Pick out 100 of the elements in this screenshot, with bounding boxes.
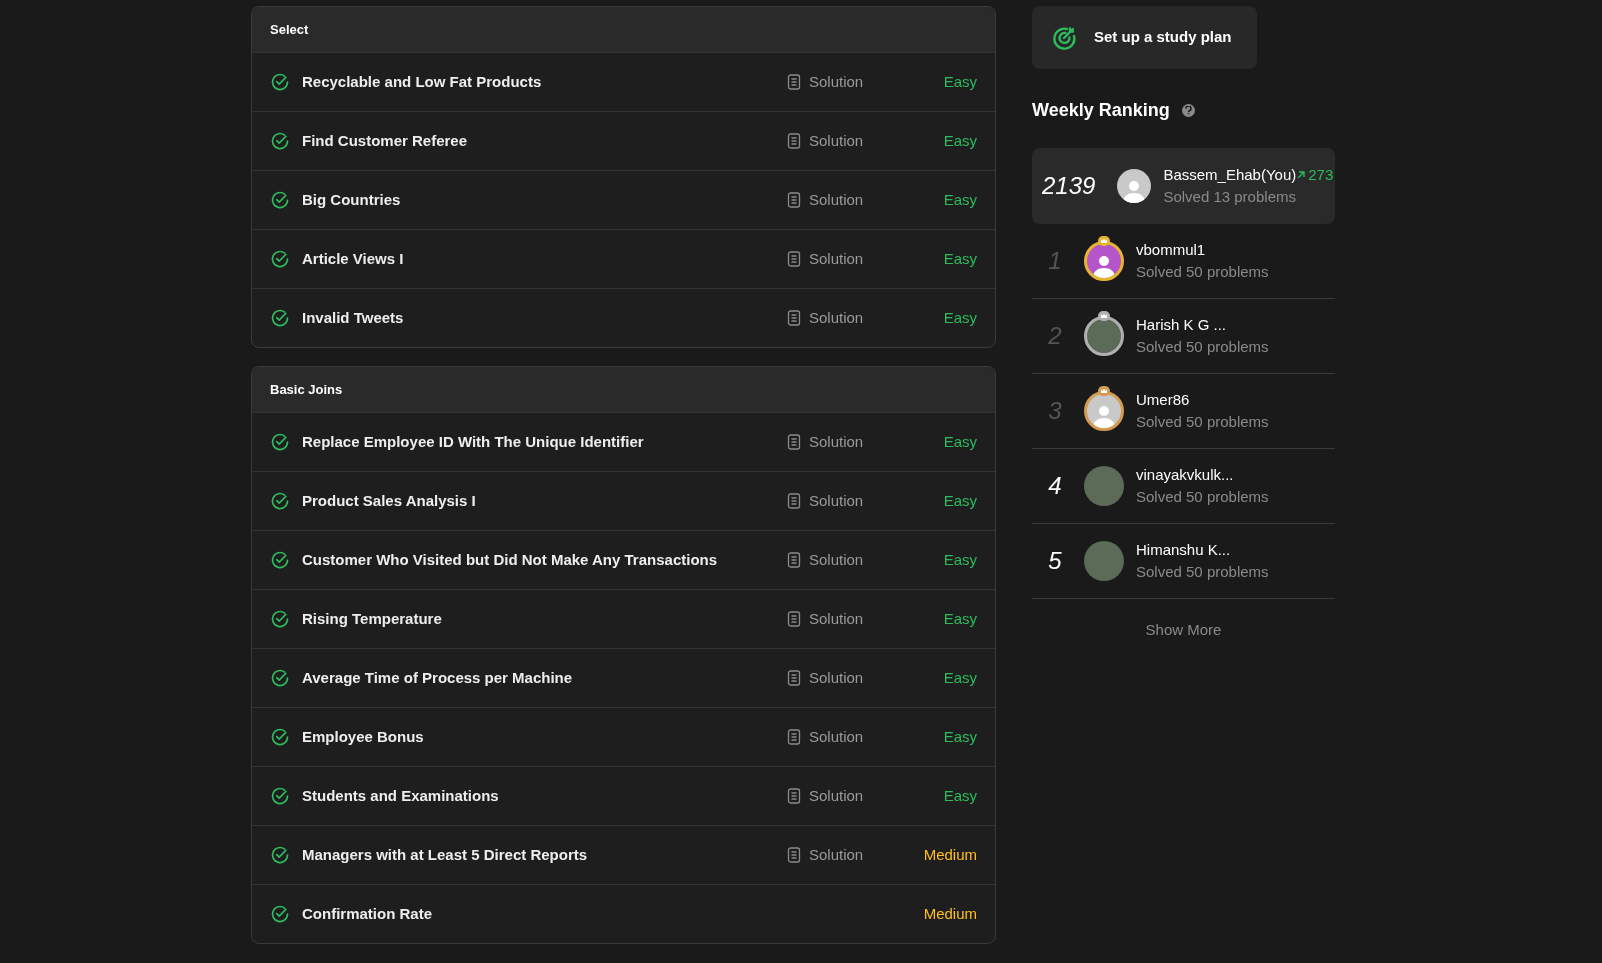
difficulty-label: Easy xyxy=(942,785,977,806)
check-circle-icon xyxy=(270,668,290,688)
problem-row[interactable]: Article Views I Solution Easy xyxy=(252,229,995,288)
check-circle-icon xyxy=(270,550,290,570)
problem-row[interactable]: Average Time of Process per Machine Solution Easy xyxy=(252,648,995,707)
check-circle-icon xyxy=(270,845,290,865)
rank-number: 4 xyxy=(1047,471,1063,501)
problem-row[interactable]: Big Countries Solution Easy xyxy=(252,170,995,229)
document-icon xyxy=(787,611,801,627)
document-icon xyxy=(787,192,801,208)
solved-count: Solved 50 problems xyxy=(1136,487,1269,507)
document-icon xyxy=(787,74,801,90)
solution-link[interactable]: Solution xyxy=(809,129,864,153)
problem-row[interactable]: Replace Employee ID With The Unique Identifier Solution Easy xyxy=(252,412,995,471)
solution-link[interactable]: Solution xyxy=(809,548,864,572)
study-plan-button[interactable]: Set up a study plan xyxy=(1032,6,1257,69)
problem-row[interactable]: Recyclable and Low Fat Products Solution Easy xyxy=(252,52,995,111)
problem-title[interactable]: Average Time of Process per Machine xyxy=(302,666,787,690)
help-icon[interactable] xyxy=(1181,104,1195,117)
document-icon xyxy=(787,847,801,863)
leaderboard-row[interactable]: 5 Himanshu K... Solved 50 problems xyxy=(1032,524,1335,599)
document-icon xyxy=(787,670,801,686)
solution-link[interactable]: Solution xyxy=(809,843,864,867)
solution-link[interactable]: Solution xyxy=(809,784,864,808)
rank-number: 2139 xyxy=(1042,171,1097,201)
solution-link[interactable]: Solution xyxy=(809,489,864,513)
document-icon xyxy=(787,310,801,326)
problem-row[interactable]: Rising Temperature Solution Easy xyxy=(252,589,995,648)
difficulty-label: Easy xyxy=(942,431,977,452)
problem-row[interactable]: Confirmation Rate Medium xyxy=(252,884,995,943)
leaderboard-row[interactable]: 3 Umer86 Solved 50 problems xyxy=(1032,374,1335,449)
document-icon xyxy=(787,251,801,267)
check-circle-icon xyxy=(270,72,290,92)
solved-count: Solved 50 problems xyxy=(1136,562,1269,582)
problem-title[interactable]: Replace Employee ID With The Unique Identifier xyxy=(302,430,787,454)
difficulty-label: Medium xyxy=(922,844,977,865)
problem-title[interactable]: Recyclable and Low Fat Products xyxy=(302,70,787,94)
problem-title[interactable]: Invalid Tweets xyxy=(302,306,787,330)
difficulty-label: Easy xyxy=(942,667,977,688)
problem-row[interactable]: Product Sales Analysis I Solution Easy xyxy=(252,471,995,530)
problem-title[interactable]: Rising Temperature xyxy=(302,607,787,631)
problem-row[interactable]: Invalid Tweets Solution Easy xyxy=(252,288,995,347)
problem-row[interactable]: Customer Who Visited but Did Not Make Any Transactions Solution Easy xyxy=(252,530,995,589)
target-icon xyxy=(1052,24,1078,51)
solution-link[interactable]: Solution xyxy=(809,430,864,454)
user-name: Bassem_Ehab(You) xyxy=(1163,164,1297,185)
rank-number: 1 xyxy=(1047,246,1063,276)
problem-row[interactable]: Employee Bonus Solution Easy xyxy=(252,707,995,766)
problem-title[interactable]: Product Sales Analysis I xyxy=(302,489,787,513)
document-icon xyxy=(787,434,801,450)
problem-title[interactable]: Find Customer Referee xyxy=(302,129,787,153)
rank-number: 2 xyxy=(1047,321,1063,351)
rank-number: 3 xyxy=(1047,396,1063,426)
user-name: Himanshu K... xyxy=(1136,539,1232,560)
leaderboard-row[interactable]: 2 Harish K G ... Solved 50 problems xyxy=(1032,299,1335,374)
check-circle-icon xyxy=(270,308,290,328)
difficulty-label: Easy xyxy=(942,608,977,629)
solution-link[interactable]: Solution xyxy=(809,306,864,330)
check-circle-icon xyxy=(270,786,290,806)
check-circle-icon xyxy=(270,904,290,924)
user-name: vbommul1 xyxy=(1136,239,1207,260)
solution-link[interactable]: Solution xyxy=(809,70,864,94)
check-circle-icon xyxy=(270,249,290,269)
leaderboard-row[interactable]: 1 vbommul1 Solved 50 problems xyxy=(1032,224,1335,299)
problem-title[interactable]: Big Countries xyxy=(302,188,787,212)
check-circle-icon xyxy=(270,131,290,151)
show-more-button[interactable]: Show More xyxy=(1145,619,1222,642)
arrow-up-right-icon xyxy=(1296,169,1307,180)
section-title: Select xyxy=(270,20,309,39)
document-icon xyxy=(787,133,801,149)
solution-link[interactable]: Solution xyxy=(809,607,864,631)
problem-title[interactable]: Managers with at Least 5 Direct Reports xyxy=(302,843,787,867)
problem-title[interactable]: Article Views I xyxy=(302,247,787,271)
solution-link[interactable]: Solution xyxy=(809,666,864,690)
difficulty-label: Easy xyxy=(942,307,977,328)
user-name: Harish K G ... xyxy=(1136,314,1228,335)
problem-row[interactable]: Students and Examinations Solution Easy xyxy=(252,766,995,825)
rank-number: 5 xyxy=(1047,546,1063,576)
solution-link[interactable]: Solution xyxy=(809,188,864,212)
problem-title[interactable]: Confirmation Rate xyxy=(302,902,917,926)
check-circle-icon xyxy=(270,727,290,747)
problem-title[interactable]: Employee Bonus xyxy=(302,725,787,749)
problem-row[interactable]: Find Customer Referee Solution Easy xyxy=(252,111,995,170)
document-icon xyxy=(787,493,801,509)
difficulty-label: Easy xyxy=(942,726,977,747)
difficulty-label: Medium xyxy=(922,903,977,924)
check-circle-icon xyxy=(270,432,290,452)
solved-count: Solved 13 problems xyxy=(1163,187,1297,207)
user-name: vinayakvkulk... xyxy=(1136,464,1235,485)
difficulty-label: Easy xyxy=(942,549,977,570)
problem-row[interactable]: Managers with at Least 5 Direct Reports Solution Medium xyxy=(252,825,995,884)
leaderboard-row[interactable]: 4 vinayakvkulk... Solved 50 problems xyxy=(1032,449,1335,524)
document-icon xyxy=(787,729,801,745)
check-circle-icon xyxy=(270,190,290,210)
solution-link[interactable]: Solution xyxy=(809,725,864,749)
problem-title[interactable]: Customer Who Visited but Did Not Make Any Transactions xyxy=(302,548,787,572)
solution-link[interactable]: Solution xyxy=(809,247,864,271)
problem-title[interactable]: Students and Examinations xyxy=(302,784,787,808)
document-icon xyxy=(787,788,801,804)
difficulty-label: Easy xyxy=(942,490,977,511)
